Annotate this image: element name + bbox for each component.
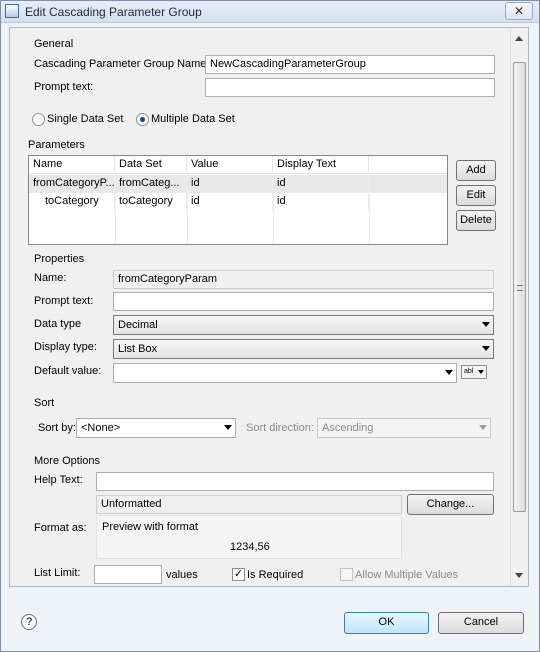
help-icon[interactable]: ? <box>21 614 37 630</box>
format-display: Unformatted <box>96 495 402 514</box>
sort-direction-value: Ascending <box>322 422 374 434</box>
data-type-value: Decimal <box>118 319 158 331</box>
table-row[interactable]: fromCategoryP... fromCateg... id id <box>29 175 447 193</box>
chevron-down-icon <box>224 425 232 430</box>
cell-display-text: id <box>273 175 369 193</box>
scroll-up-icon[interactable] <box>515 36 523 41</box>
single-data-set-label: Single Data Set <box>47 113 124 125</box>
table-header: Name Data Set Value Display Text <box>29 156 447 174</box>
window-icon <box>5 4 19 18</box>
ok-button[interactable]: OK <box>344 612 429 634</box>
values-label: values <box>166 569 198 581</box>
more-options-group-title: More Options <box>34 455 101 467</box>
preview-label: Preview with format <box>102 521 198 533</box>
default-value-combo[interactable] <box>113 363 457 383</box>
window-title: Edit Cascading Parameter Group <box>25 5 202 19</box>
add-button[interactable]: Add <box>456 160 496 181</box>
column-header-data-set[interactable]: Data Set <box>115 156 187 174</box>
parameters-group-title: Parameters <box>28 139 85 151</box>
scroll-thumb[interactable] <box>513 62 526 512</box>
allow-multiple-values-label: Allow Multiple Values <box>355 569 459 581</box>
multiple-data-set-radio[interactable] <box>136 113 149 126</box>
sort-group-title: Sort <box>34 397 55 409</box>
delete-button[interactable]: Delete <box>456 210 496 231</box>
allow-multiple-values-checkbox <box>340 568 353 581</box>
sort-direction-label: Sort direction: <box>246 422 314 434</box>
column-divider <box>187 174 188 244</box>
title-bar: Edit Cascading Parameter Group ✕ <box>1 1 539 23</box>
data-type-label: Data type <box>34 318 82 330</box>
scroll-down-icon[interactable] <box>515 573 523 578</box>
is-required-label: Is Required <box>247 569 304 581</box>
list-limit-label: List Limit: <box>34 567 81 579</box>
dialog-content: General Cascading Parameter Group Name: … <box>9 27 529 587</box>
group-prompt-label: Prompt text: <box>34 81 94 93</box>
group-prompt-input[interactable] <box>205 78 495 97</box>
expression-icon: abl <box>464 368 474 375</box>
expression-builder-button[interactable]: abl <box>461 365 487 379</box>
change-format-button[interactable]: Change... <box>407 494 494 515</box>
close-button[interactable]: ✕ <box>505 2 533 20</box>
cell-display-text: id <box>273 193 369 211</box>
help-text-input[interactable] <box>96 472 494 491</box>
property-prompt-input[interactable] <box>113 292 494 311</box>
column-divider <box>273 174 274 244</box>
is-required-checkbox[interactable]: ✓ <box>232 568 245 581</box>
vertical-scrollbar[interactable] <box>510 28 528 586</box>
table-row[interactable]: toCategory toCategory id id <box>29 193 447 211</box>
display-type-select[interactable]: List Box <box>113 339 494 359</box>
grip-icon <box>517 285 523 291</box>
chevron-down-icon <box>482 346 490 351</box>
cell-name: toCategory <box>29 193 115 211</box>
sort-by-value: <None> <box>81 422 121 434</box>
display-type-label: Display type: <box>34 341 97 353</box>
cell-value: id <box>187 193 273 211</box>
column-divider <box>369 174 370 244</box>
column-header-value[interactable]: Value <box>187 156 273 174</box>
help-text-label: Help Text: <box>34 474 83 486</box>
data-type-select[interactable]: Decimal <box>113 315 494 335</box>
cell-name: fromCategoryP... <box>29 175 115 193</box>
property-prompt-label: Prompt text: <box>34 295 94 307</box>
group-name-label: Cascading Parameter Group Name: <box>34 58 210 70</box>
chevron-down-icon <box>482 322 490 327</box>
sort-by-label: Sort by: <box>38 422 76 434</box>
format-as-label: Format as: <box>34 522 87 534</box>
group-name-input[interactable]: NewCascadingParameterGroup <box>205 55 495 74</box>
sort-by-select[interactable]: <None> <box>76 418 236 438</box>
display-type-value: List Box <box>118 343 158 355</box>
chevron-down-icon <box>478 370 484 374</box>
chevron-down-icon <box>479 425 487 430</box>
single-data-set-radio[interactable] <box>32 113 45 126</box>
property-name-label: Name: <box>34 272 67 284</box>
list-limit-input[interactable] <box>94 565 162 584</box>
cell-data-set: fromCateg... <box>115 175 187 193</box>
parameters-table: Name Data Set Value Display Text fromCat… <box>28 155 448 245</box>
column-header-display-text[interactable]: Display Text <box>273 156 369 174</box>
column-header-name[interactable]: Name <box>29 156 115 174</box>
general-group-title: General <box>34 38 74 50</box>
edit-button[interactable]: Edit <box>456 185 496 206</box>
chevron-down-icon <box>445 370 453 375</box>
column-divider <box>115 174 116 244</box>
preview-value: 1234,56 <box>230 541 270 553</box>
format-preview-box: Preview with format 1234,56 <box>96 515 402 559</box>
multiple-data-set-label: Multiple Data Set <box>151 113 235 125</box>
cell-data-set: toCategory <box>115 193 187 211</box>
sort-direction-select: Ascending <box>317 418 491 438</box>
default-value-label: Default value: <box>34 365 102 377</box>
properties-group-title: Properties <box>34 253 85 265</box>
cancel-button[interactable]: Cancel <box>438 612 524 634</box>
property-name-field: fromCategoryParam <box>113 270 494 289</box>
scroll-area: General Cascading Parameter Group Name: … <box>10 28 510 586</box>
dialog-window: Edit Cascading Parameter Group ✕ General… <box>0 0 540 652</box>
cell-value: id <box>187 175 273 193</box>
